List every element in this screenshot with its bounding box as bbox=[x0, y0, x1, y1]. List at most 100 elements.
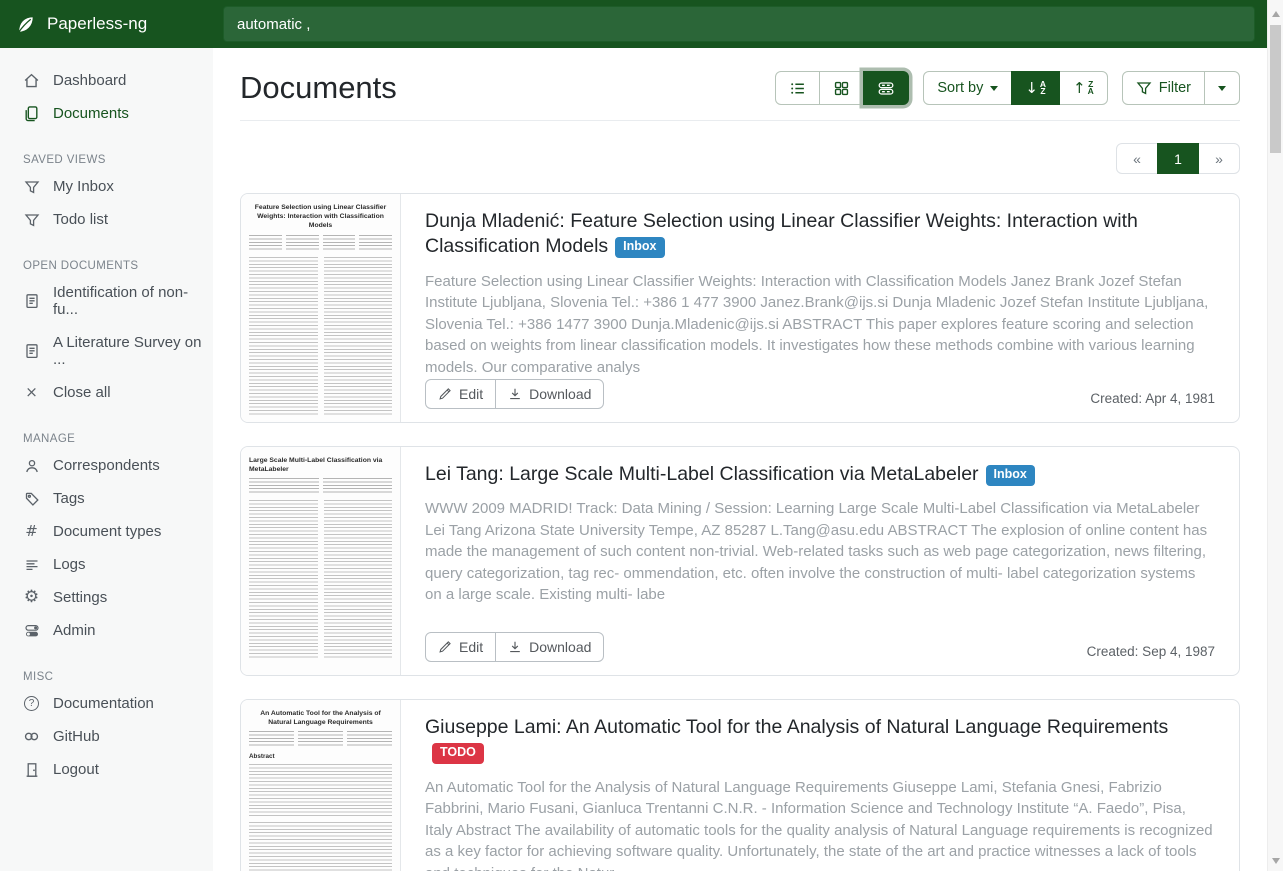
sidebar-section-open-documents: OPEN DOCUMENTS bbox=[0, 252, 213, 276]
file-text-icon bbox=[23, 343, 40, 360]
tag-badge[interactable]: TODO bbox=[432, 743, 484, 764]
thumbnail-page: An Automatic Tool for the Analysis of Na… bbox=[241, 700, 400, 871]
sidebar-item-label: Close all bbox=[53, 384, 111, 401]
thumbnail-page: Feature Selection using Linear Classifie… bbox=[241, 194, 400, 422]
leaf-logo-icon bbox=[15, 14, 36, 35]
scroll-up-arrow-icon[interactable] bbox=[1268, 6, 1283, 22]
edit-button[interactable]: Edit bbox=[425, 379, 496, 409]
document-card: Feature Selection using Linear Classifie… bbox=[240, 193, 1240, 423]
document-thumbnail[interactable]: An Automatic Tool for the Analysis of Na… bbox=[241, 700, 401, 871]
list-view-button[interactable] bbox=[775, 71, 820, 105]
document-title[interactable]: Giuseppe Lami: An Automatic Tool for the… bbox=[425, 715, 1215, 766]
tag-icon bbox=[23, 490, 40, 507]
edit-label: Edit bbox=[459, 639, 483, 655]
document-thumbnail[interactable]: Feature Selection using Linear Classifie… bbox=[241, 194, 401, 422]
view-toggle-group bbox=[775, 71, 909, 105]
sort-ascending-button[interactable]: ↓ AZ bbox=[1011, 71, 1060, 105]
sort-up-alpha-icon: ↑ ZA bbox=[1073, 79, 1094, 97]
sidebar-item-documents[interactable]: Documents bbox=[0, 97, 213, 130]
filter-button[interactable]: Filter bbox=[1122, 71, 1205, 105]
edit-label: Edit bbox=[459, 386, 483, 402]
pencil-icon bbox=[438, 640, 452, 654]
sidebar-item-label: Settings bbox=[53, 589, 107, 606]
sidebar-item-close-all[interactable]: × Close all bbox=[0, 376, 213, 409]
sidebar-item-dashboard[interactable]: Dashboard bbox=[0, 64, 213, 97]
document-thumbnail[interactable]: Large Scale Multi-Label Classification v… bbox=[241, 447, 401, 675]
document-actions: Edit Download bbox=[425, 379, 604, 409]
thumbnail-authors bbox=[249, 478, 392, 494]
list-lines-icon bbox=[23, 556, 40, 573]
sidebar-section-saved-views: SAVED VIEWS bbox=[0, 146, 213, 170]
sidebar-item-admin[interactable]: Admin bbox=[0, 614, 213, 647]
file-text-icon bbox=[23, 293, 40, 310]
filter-label: Filter bbox=[1159, 80, 1191, 96]
download-button[interactable]: Download bbox=[495, 379, 604, 409]
question-circle-icon: ? bbox=[23, 695, 40, 712]
thumbnail-text-block bbox=[249, 822, 392, 871]
close-icon: × bbox=[23, 384, 40, 401]
chevron-down-icon bbox=[990, 86, 998, 91]
sort-descending-button[interactable]: ↑ ZA bbox=[1059, 71, 1108, 105]
edit-button[interactable]: Edit bbox=[425, 632, 496, 662]
document-excerpt: WWW 2009 MADRID! Track: Data Mining / Se… bbox=[425, 498, 1215, 606]
filter-dropdown-button[interactable] bbox=[1204, 71, 1240, 105]
pagination-prev-button[interactable]: « bbox=[1116, 143, 1158, 174]
filter-group: Filter bbox=[1122, 71, 1240, 105]
thumbnail-title: Feature Selection using Linear Classifie… bbox=[249, 203, 392, 231]
document-title[interactable]: Dunja Mladenić: Feature Selection using … bbox=[425, 209, 1215, 260]
thumbnail-text-columns bbox=[249, 500, 392, 660]
thumbnail-text-columns bbox=[249, 257, 392, 417]
sidebar-item-logout[interactable]: Logout bbox=[0, 753, 213, 786]
download-label: Download bbox=[529, 386, 591, 402]
tag-badge[interactable]: Inbox bbox=[615, 237, 664, 258]
tag-badge[interactable]: Inbox bbox=[986, 465, 1035, 486]
toggles-icon bbox=[23, 622, 40, 639]
download-label: Download bbox=[529, 639, 591, 655]
sidebar-item-todo-list[interactable]: Todo list bbox=[0, 203, 213, 236]
sidebar-item-label: Documents bbox=[53, 105, 129, 122]
sort-by-label: Sort by bbox=[937, 80, 983, 96]
download-button[interactable]: Download bbox=[495, 632, 604, 662]
sidebar-item-logs[interactable]: Logs bbox=[0, 548, 213, 581]
detail-view-button[interactable] bbox=[863, 71, 909, 105]
scrollbar bbox=[1267, 0, 1283, 871]
app-brand[interactable]: Paperless-ng bbox=[0, 14, 213, 35]
sidebar-item-label: GitHub bbox=[53, 728, 100, 745]
created-date: Created: Sep 4, 1987 bbox=[1087, 644, 1215, 662]
sidebar-item-document-types[interactable]: # Document types bbox=[0, 515, 213, 548]
document-excerpt: Feature Selection using Linear Classifie… bbox=[425, 271, 1215, 379]
sidebar-section-manage: MANAGE bbox=[0, 425, 213, 449]
sidebar-item-open-doc-2[interactable]: A Literature Survey on ... bbox=[0, 326, 213, 376]
scroll-down-arrow-icon[interactable] bbox=[1268, 853, 1283, 869]
sidebar-item-label: Documentation bbox=[53, 695, 154, 712]
document-title[interactable]: Lei Tang: Large Scale Multi-Label Classi… bbox=[425, 462, 1215, 487]
home-icon bbox=[23, 72, 40, 89]
sidebar-item-github[interactable]: GitHub bbox=[0, 720, 213, 753]
thumbnail-page: Large Scale Multi-Label Classification v… bbox=[241, 447, 400, 675]
pencil-icon bbox=[438, 387, 452, 401]
sidebar-item-settings[interactable]: ⚙ Settings bbox=[0, 581, 213, 614]
sidebar-item-documentation[interactable]: ? Documentation bbox=[0, 687, 213, 720]
scrollbar-thumb[interactable] bbox=[1270, 25, 1281, 153]
sidebar-item-label: Logout bbox=[53, 761, 99, 778]
grid-view-button[interactable] bbox=[819, 71, 864, 105]
document-card-footer: Edit Download Created: Apr 4, 1981 bbox=[425, 379, 1215, 409]
documents-icon bbox=[23, 105, 40, 122]
pagination-next-button[interactable]: » bbox=[1198, 143, 1240, 174]
sidebar-item-label: Admin bbox=[53, 622, 96, 639]
sidebar: Dashboard Documents SAVED VIEWS My Inbox… bbox=[0, 48, 213, 871]
search-input[interactable] bbox=[223, 6, 1255, 42]
document-actions: Edit Download bbox=[425, 632, 604, 662]
download-icon bbox=[508, 640, 522, 654]
sidebar-item-my-inbox[interactable]: My Inbox bbox=[0, 170, 213, 203]
sidebar-item-open-doc-1[interactable]: Identification of non-fu... bbox=[0, 276, 213, 326]
sort-by-dropdown-button[interactable]: Sort by bbox=[923, 71, 1012, 105]
thumbnail-subtitle: Abstract bbox=[249, 753, 392, 760]
sidebar-item-tags[interactable]: Tags bbox=[0, 482, 213, 515]
sidebar-item-correspondents[interactable]: Correspondents bbox=[0, 449, 213, 482]
hash-icon: # bbox=[23, 523, 40, 540]
sort-down-alpha-icon: ↓ AZ bbox=[1025, 79, 1046, 97]
pagination-page-1-button[interactable]: 1 bbox=[1157, 143, 1199, 174]
brand-name: Paperless-ng bbox=[47, 14, 147, 34]
sidebar-item-label: Tags bbox=[53, 490, 85, 507]
